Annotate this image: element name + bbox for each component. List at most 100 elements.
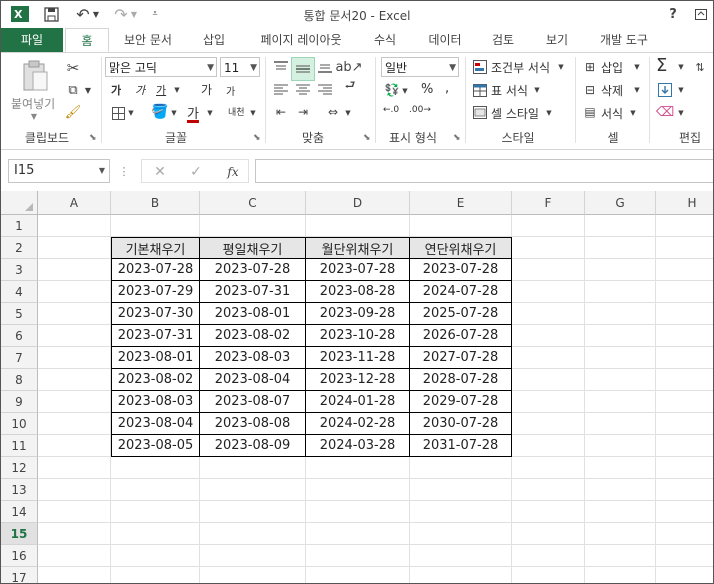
column-header-f[interactable]: F [512,191,585,215]
row-header-9[interactable]: 9 [1,391,38,413]
row-header-2[interactable]: 2 [1,237,38,259]
delete-cells-button[interactable]: 삭제 [601,82,623,99]
row-header-8[interactable]: 8 [1,369,38,391]
underline-dropdown-icon[interactable]: ▼ [173,84,181,96]
table-cell[interactable]: 2023-08-05 [111,435,200,457]
ribbon-display-icon[interactable] [693,5,709,23]
clipboard-launcher-icon[interactable]: ⬊ [89,133,97,143]
paste-button[interactable]: 붙여넣기 [11,95,55,112]
font-color-dropdown-icon[interactable]: ▼ [206,107,214,119]
wrap-text-icon[interactable]: ⮐ [341,77,359,95]
table-cell[interactable]: 2030-07-28 [410,413,512,435]
column-header-a[interactable]: A [38,191,111,215]
table-cell[interactable]: 2024-01-28 [306,391,410,413]
comma-button[interactable]: , [445,81,449,96]
insert-cells-button[interactable]: 삽입 [601,59,623,76]
format-cells-icon[interactable]: ▤ [581,103,599,121]
row-header-6[interactable]: 6 [1,325,38,347]
cut-icon[interactable]: ✂ [63,59,83,77]
merge-dropdown-icon[interactable]: ▼ [344,107,352,119]
chevron-down-icon[interactable]: ▼ [557,61,565,73]
paste-icon[interactable] [19,59,51,93]
table-format-icon[interactable] [471,81,489,99]
percent-button[interactable]: % [421,82,433,97]
align-top-icon[interactable] [271,57,291,77]
table-cell[interactable]: 2023-11-28 [306,347,410,369]
fill-dropdown-icon[interactable]: ▼ [677,84,685,96]
tab-formulas[interactable]: 수식 [363,28,407,52]
chevron-down-icon[interactable]: ▼ [533,84,541,96]
fill-icon[interactable] [656,81,674,99]
format-painter-icon[interactable]: 🖌 [63,103,83,121]
row-header-16[interactable]: 16 [1,545,38,567]
row-header-17[interactable]: 17 [1,567,38,583]
table-cell[interactable]: 2026-07-28 [410,325,512,347]
column-header-e[interactable]: E [410,191,512,215]
row-header-4[interactable]: 4 [1,281,38,303]
row-header-12[interactable]: 12 [1,457,38,479]
table-cell[interactable]: 2023-08-04 [200,369,306,391]
table-cell[interactable]: 2023-08-07 [200,391,306,413]
row-header-14[interactable]: 14 [1,501,38,523]
font-color-button[interactable]: 가 [187,103,199,122]
decrease-decimal-button[interactable]: .00→ [409,105,431,115]
row-header-1[interactable]: 1 [1,215,38,237]
table-cell[interactable]: 2023-08-02 [111,369,200,391]
tab-home[interactable]: 홈 [65,28,109,52]
table-cell[interactable]: 2023-07-31 [200,281,306,303]
autosum-dropdown-icon[interactable]: ▼ [677,61,685,73]
fill-color-dropdown-icon[interactable]: ▼ [170,107,178,119]
row-header-13[interactable]: 13 [1,479,38,501]
tab-insert[interactable]: 삽입 [191,28,237,52]
select-all-corner[interactable] [1,191,38,215]
table-cell[interactable]: 2023-07-28 [410,259,512,281]
font-size-combo[interactable]: 11 ▼ [220,57,260,77]
accounting-icon[interactable]: 💱 [383,81,401,99]
align-middle-icon[interactable] [291,57,315,81]
grow-font-button[interactable]: 가 [201,81,212,98]
chevron-down-icon[interactable]: ▼ [633,84,641,96]
shrink-font-button[interactable]: 가 [226,83,235,98]
table-cell[interactable]: 2029-07-28 [410,391,512,413]
table-cell[interactable]: 2023-08-28 [306,281,410,303]
tab-view[interactable]: 보기 [535,28,579,52]
table-cell[interactable]: 2023-07-28 [111,259,200,281]
font-name-combo[interactable]: 맑은 고딕 ▼ [105,57,217,77]
delete-cells-icon[interactable]: ⊟ [581,81,599,99]
column-header-c[interactable]: C [200,191,306,215]
bold-button[interactable]: 가 [111,82,121,98]
table-cell[interactable]: 2023-08-01 [200,303,306,325]
phonetic-button[interactable]: 내천 [228,105,245,118]
chevron-down-icon[interactable]: ▼ [633,61,641,73]
merge-center-icon[interactable]: ⇔ [323,103,343,121]
cell-styles-button[interactable]: 셀 스타일 [491,105,539,122]
conditional-format-button[interactable]: 조건부 서식 [491,59,550,76]
format-cells-button[interactable]: 서식 [601,105,623,122]
table-header-cell[interactable]: 평일채우기 [200,237,306,259]
align-left-icon[interactable] [271,80,291,98]
number-format-combo[interactable]: 일반 ▼ [381,57,459,77]
table-cell[interactable]: 2023-08-03 [200,347,306,369]
accounting-dropdown-icon[interactable]: ▼ [401,85,409,97]
decrease-indent-icon[interactable]: ⇤ [271,103,291,121]
align-center-icon[interactable] [293,80,313,98]
tab-review[interactable]: 검토 [481,28,525,52]
table-cell[interactable]: 2024-07-28 [410,281,512,303]
copy-icon[interactable]: ⧉ [63,81,83,99]
conditional-format-icon[interactable] [471,58,489,76]
row-header-7[interactable]: 7 [1,347,38,369]
table-cell[interactable]: 2027-07-28 [410,347,512,369]
tab-developer[interactable]: 개발 도구 [589,28,659,52]
insert-cells-icon[interactable]: ⊞ [581,58,599,76]
tab-page-layout[interactable]: 페이지 레이아웃 [249,28,353,52]
chevron-down-icon[interactable]: ▼ [629,107,637,119]
align-right-icon[interactable] [315,80,335,98]
table-cell[interactable]: 2023-08-03 [111,391,200,413]
formula-input[interactable] [255,159,713,183]
column-header-b[interactable]: B [111,191,200,215]
table-cell[interactable]: 2024-03-28 [306,435,410,457]
tab-secure-document[interactable]: 보안 문서 [113,28,183,52]
orientation-icon[interactable]: ab↗ [335,57,362,77]
table-cell[interactable]: 2023-07-30 [111,303,200,325]
table-cell[interactable]: 2023-08-09 [200,435,306,457]
